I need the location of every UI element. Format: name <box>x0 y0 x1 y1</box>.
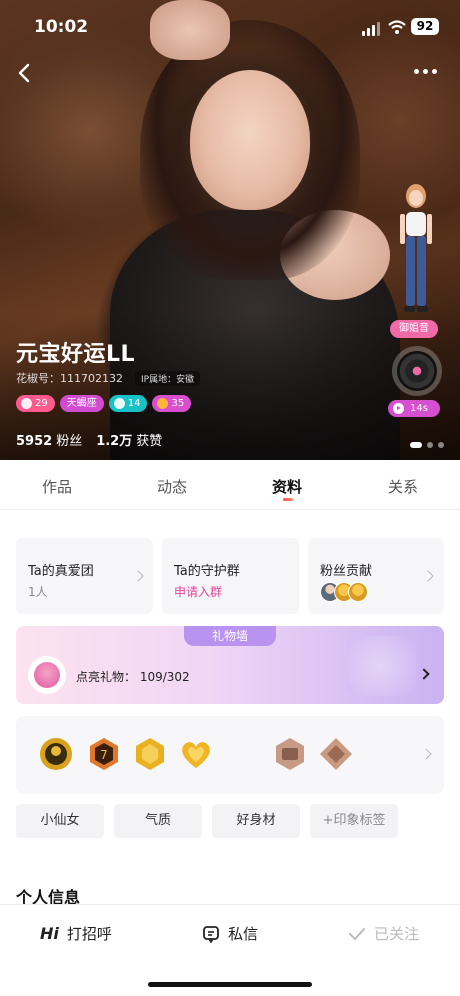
photo-page-indicator <box>410 442 444 448</box>
ip-location: IP属地：安徽 <box>135 370 201 386</box>
medal-icon <box>136 738 164 770</box>
top-fans-avatars <box>320 582 368 602</box>
profile-page: 10:02 92 御姐音 14s 元宝好运LL 花椒号：111702132 IP… <box>0 0 460 996</box>
user-id: 花椒号：111702132 <box>16 372 123 385</box>
vinyl-record-icon[interactable] <box>392 346 442 396</box>
followed-button[interactable]: 已关注 <box>348 923 419 944</box>
back-arrow-icon[interactable] <box>14 62 36 84</box>
gift-wall-card[interactable]: 礼物墙 点亮礼物： 109/302 <box>16 626 444 704</box>
more-options-icon[interactable] <box>414 64 440 78</box>
tab-profile-info[interactable]: 资料 <box>272 476 302 497</box>
level-badge[interactable]: 29 <box>16 395 55 412</box>
medal-icon <box>276 738 304 770</box>
impression-tags: 小仙女 气质 好身材 +印象标签 <box>16 804 398 838</box>
gift-icon <box>28 656 66 694</box>
join-group-link[interactable]: 申请入群 <box>174 583 222 600</box>
fan-contribution-card[interactable]: 粉丝贡献 <box>308 538 444 614</box>
star-icon <box>157 398 169 409</box>
profile-tabs: 作品 动态 资料 关系 <box>0 460 460 510</box>
tab-relations[interactable]: 关系 <box>388 476 418 497</box>
medal-icon <box>40 738 72 770</box>
star-badge[interactable]: 35 <box>152 395 192 412</box>
cellular-signal-icon <box>362 22 380 36</box>
tag-item[interactable]: 小仙女 <box>16 804 104 838</box>
active-tab-indicator <box>283 498 293 501</box>
voice-duration: 14s <box>410 403 428 414</box>
tag-item[interactable]: 气质 <box>114 804 202 838</box>
diamond-badge[interactable]: 14 <box>108 395 148 412</box>
virtual-avatar-icon[interactable] <box>396 182 436 318</box>
medal-icon <box>320 738 352 770</box>
likes-stat: 1.2万 获赞 <box>96 434 163 449</box>
chevron-right-icon <box>132 570 144 582</box>
play-icon <box>393 403 404 414</box>
guard-group-card[interactable]: Ta的守护群 申请入群 <box>162 538 299 614</box>
svg-text:7: 7 <box>100 748 108 762</box>
chevron-right-icon <box>420 748 432 760</box>
voice-type-tag: 御姐音 <box>390 320 438 338</box>
home-indicator <box>148 982 312 987</box>
zodiac-badge: 天蝎座 <box>59 395 104 412</box>
tag-item[interactable]: 好身材 <box>212 804 300 838</box>
profile-stats: 5952 粉丝 1.2万 获赞 <box>16 430 162 449</box>
diamond-icon <box>113 398 125 409</box>
add-impression-tag-button[interactable]: +印象标签 <box>310 804 398 838</box>
gift-progress: 点亮礼物： 109/302 <box>76 670 190 684</box>
message-icon <box>203 925 219 943</box>
hi-icon: Hi <box>40 924 59 943</box>
message-button[interactable]: 私信 <box>202 923 258 944</box>
trophy-decoration-icon <box>346 636 416 696</box>
checkmark-icon <box>349 927 365 940</box>
chevron-right-icon <box>418 668 430 680</box>
status-bar: 10:02 92 <box>0 14 460 42</box>
chevron-right-icon <box>422 570 434 582</box>
voice-intro-button[interactable]: 14s <box>388 400 440 417</box>
level-icon <box>21 398 32 409</box>
fans-stat[interactable]: 5952 粉丝 <box>16 430 82 449</box>
status-time: 10:02 <box>34 17 89 37</box>
wifi-icon <box>388 20 406 34</box>
profile-name: 元宝好运LL <box>16 342 136 367</box>
tab-works[interactable]: 作品 <box>42 476 72 497</box>
battery-indicator: 92 <box>411 18 439 35</box>
medal-wall-card[interactable]: 7 <box>16 716 444 794</box>
badge-row: 29 天蝎座 14 35 <box>16 395 192 412</box>
gift-wall-header: 礼物墙 <box>184 626 276 646</box>
medal-icon <box>182 742 210 768</box>
fan-club-card[interactable]: Ta的真爱团 1人 <box>16 538 153 614</box>
medal-icon: 7 <box>90 738 118 770</box>
tab-moments[interactable]: 动态 <box>157 476 187 497</box>
greet-button[interactable]: Hi 打招呼 <box>40 923 112 944</box>
profile-cover-photo[interactable] <box>0 0 460 460</box>
